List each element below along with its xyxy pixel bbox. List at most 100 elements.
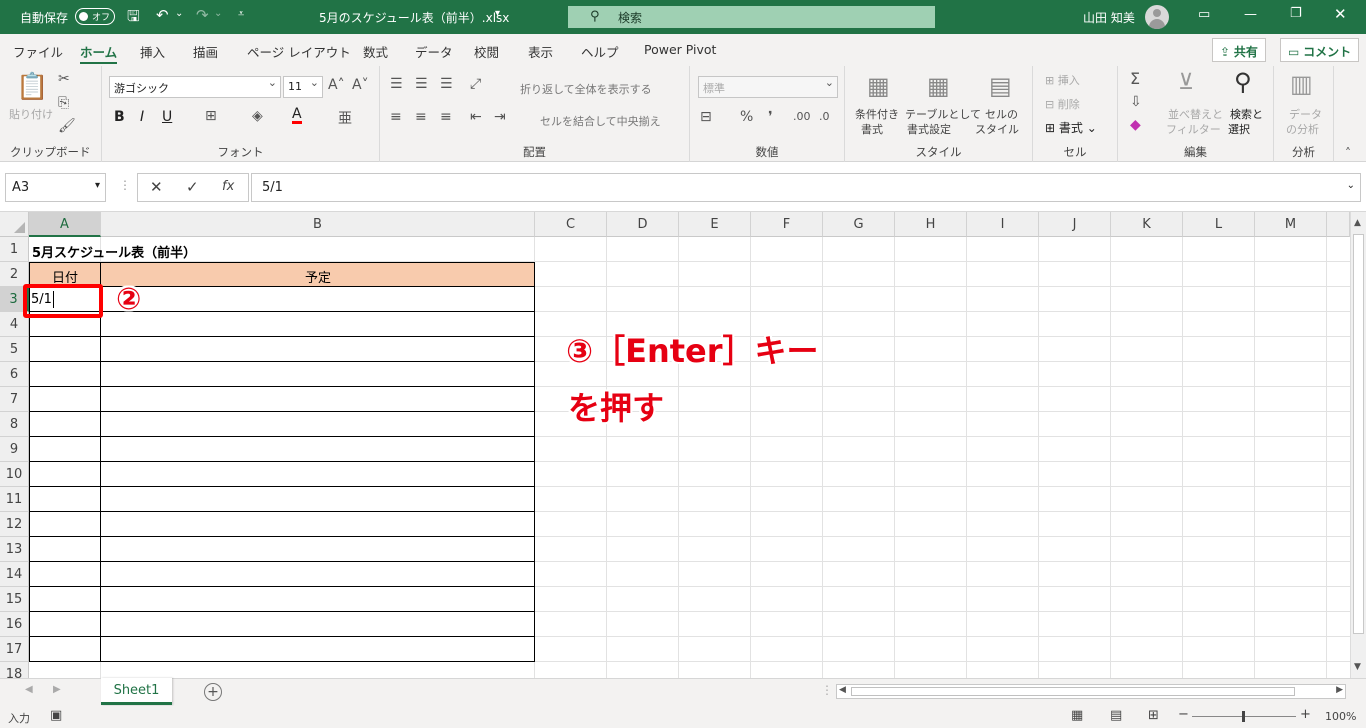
- row-header-17[interactable]: 17: [0, 637, 29, 662]
- prev-sheet-icon[interactable]: ◀: [25, 684, 33, 695]
- font-name-select[interactable]: 游ゴシック: [109, 76, 281, 98]
- ribbon-display-icon[interactable]: ▭: [1198, 7, 1210, 22]
- align-middle-icon[interactable]: ☰: [415, 76, 428, 92]
- column-header-b[interactable]: B: [101, 212, 535, 237]
- select-all-corner[interactable]: [0, 212, 29, 237]
- orientation-icon[interactable]: ⤢: [470, 76, 481, 92]
- column-header-h[interactable]: H: [895, 212, 967, 237]
- decrease-decimal-icon[interactable]: .0: [819, 110, 830, 123]
- next-sheet-icon[interactable]: ▶: [53, 684, 61, 695]
- user-name[interactable]: 山田 知美: [1083, 9, 1135, 26]
- formula-input[interactable]: 5/1 ⌄: [251, 173, 1361, 202]
- redo-icon[interactable]: ↷: [196, 6, 209, 24]
- format-as-table-label-2[interactable]: 書式設定: [907, 121, 951, 137]
- format-cells-button[interactable]: ⊞ 書式 ⌄: [1045, 119, 1097, 136]
- name-box[interactable]: A3 ▾: [5, 173, 106, 202]
- conditional-format-label-1[interactable]: 条件付き: [855, 106, 899, 122]
- page-layout-view-icon[interactable]: ▤: [1110, 708, 1122, 723]
- normal-view-icon[interactable]: ▦: [1071, 708, 1083, 723]
- vertical-scroll-thumb[interactable]: [1353, 234, 1364, 634]
- format-as-table-icon[interactable]: ▦: [927, 72, 950, 100]
- sort-filter-label-1[interactable]: 並べ替えと: [1168, 106, 1223, 122]
- cell-styles-label-1[interactable]: セルの: [985, 106, 1018, 122]
- accounting-format-icon[interactable]: ⊟: [700, 109, 712, 125]
- column-header-l[interactable]: L: [1183, 212, 1255, 237]
- find-select-label-1[interactable]: 検索と: [1230, 106, 1263, 122]
- zoom-in-icon[interactable]: +: [1300, 707, 1311, 722]
- column-header-m[interactable]: M: [1255, 212, 1327, 237]
- insert-function-icon[interactable]: fx: [222, 179, 234, 194]
- zoom-level[interactable]: 100%: [1325, 710, 1356, 723]
- row-header-18[interactable]: 18: [0, 662, 29, 678]
- column-header-a[interactable]: A: [29, 212, 101, 237]
- sort-filter-icon[interactable]: ⊻: [1178, 70, 1194, 95]
- autosave-toggle[interactable]: オフ: [75, 8, 115, 25]
- customize-qat-icon[interactable]: ⩡: [238, 7, 244, 21]
- borders-icon[interactable]: ⊞: [205, 108, 217, 124]
- bold-icon[interactable]: B: [114, 109, 125, 125]
- enter-entry-icon[interactable]: ✓: [186, 178, 199, 196]
- align-bottom-icon[interactable]: ☰: [440, 76, 453, 92]
- row-header-12[interactable]: 12: [0, 512, 29, 537]
- phonetic-icon[interactable]: 亜: [338, 108, 352, 128]
- merge-center-button[interactable]: セルを結合して中央揃え: [540, 113, 661, 129]
- tab-draw[interactable]: 描画: [193, 42, 218, 61]
- filename-dropdown-icon[interactable]: ▾: [495, 8, 500, 19]
- clear-icon[interactable]: ◆: [1130, 117, 1141, 133]
- row-header-9[interactable]: 9: [0, 437, 29, 462]
- scroll-left-icon[interactable]: ◀: [839, 685, 846, 695]
- zoom-slider-handle[interactable]: [1242, 711, 1245, 722]
- analyze-data-label-1[interactable]: データ: [1289, 106, 1322, 122]
- cut-icon[interactable]: ✂: [58, 71, 70, 87]
- copy-icon[interactable]: ⎘: [58, 95, 69, 111]
- sort-filter-label-2[interactable]: フィルター: [1166, 121, 1221, 137]
- percent-icon[interactable]: %: [740, 109, 753, 125]
- column-header-g[interactable]: G: [823, 212, 895, 237]
- tab-help[interactable]: ヘルプ: [581, 42, 619, 61]
- sheet-bar-divider-icon[interactable]: ⋮: [821, 683, 833, 697]
- tab-review[interactable]: 校閲: [474, 42, 499, 61]
- tab-home[interactable]: ホーム: [80, 42, 118, 64]
- comma-style-icon[interactable]: ❜: [768, 109, 773, 125]
- delete-cells-button[interactable]: ⊟ 削除: [1045, 96, 1080, 112]
- row-header-16[interactable]: 16: [0, 612, 29, 637]
- expand-formula-icon[interactable]: ⌄: [1347, 180, 1355, 191]
- row-header-14[interactable]: 14: [0, 562, 29, 587]
- column-header-d[interactable]: D: [607, 212, 679, 237]
- search-box[interactable]: ⚲ 検索: [568, 6, 935, 28]
- comment-button[interactable]: ▭ コメント: [1280, 38, 1360, 62]
- analyze-data-icon[interactable]: ▥: [1290, 70, 1313, 98]
- undo-icon[interactable]: ↶: [156, 6, 169, 24]
- undo-dropdown-icon[interactable]: ⌄: [175, 8, 183, 19]
- row-header-7[interactable]: 7: [0, 387, 29, 412]
- column-header-c[interactable]: C: [535, 212, 607, 237]
- worksheet-grid[interactable]: A B C D E F G H I J K L M 1 2 3 4 5 6 7 …: [0, 212, 1350, 678]
- row-header-15[interactable]: 15: [0, 587, 29, 612]
- scroll-right-icon[interactable]: ▶: [1336, 685, 1343, 695]
- collapse-ribbon-icon[interactable]: ˄: [1345, 146, 1351, 160]
- increase-decimal-icon[interactable]: .00: [793, 110, 811, 123]
- find-select-label-2[interactable]: 選択: [1228, 121, 1250, 137]
- align-center-icon[interactable]: ≡: [415, 109, 427, 125]
- format-painter-icon[interactable]: 🖌: [58, 118, 76, 134]
- column-header-i[interactable]: I: [967, 212, 1039, 237]
- share-button[interactable]: ⇪ 共有: [1212, 38, 1266, 62]
- conditional-format-icon[interactable]: ▦: [867, 72, 890, 100]
- row-header-8[interactable]: 8: [0, 412, 29, 437]
- insert-cells-button[interactable]: ⊞ 挿入: [1045, 72, 1080, 88]
- tab-power-pivot[interactable]: Power Pivot: [644, 42, 716, 57]
- paste-label[interactable]: 貼り付け: [9, 106, 53, 122]
- save-icon[interactable]: 🖫: [127, 6, 140, 31]
- align-right-icon[interactable]: ≡: [440, 109, 452, 125]
- tab-file[interactable]: ファイル: [13, 42, 63, 61]
- cancel-entry-icon[interactable]: ✕: [150, 178, 163, 196]
- column-header-k[interactable]: K: [1111, 212, 1183, 237]
- restore-icon[interactable]: ❐: [1290, 6, 1302, 21]
- align-top-icon[interactable]: ☰: [390, 76, 403, 92]
- fill-color-icon[interactable]: ◈: [252, 108, 263, 124]
- close-icon[interactable]: ✕: [1334, 5, 1347, 23]
- find-select-icon[interactable]: ⚲: [1234, 68, 1252, 96]
- column-header-f[interactable]: F: [751, 212, 823, 237]
- scroll-down-icon[interactable]: ▼: [1354, 662, 1361, 672]
- decrease-indent-icon[interactable]: ⇤: [470, 109, 482, 125]
